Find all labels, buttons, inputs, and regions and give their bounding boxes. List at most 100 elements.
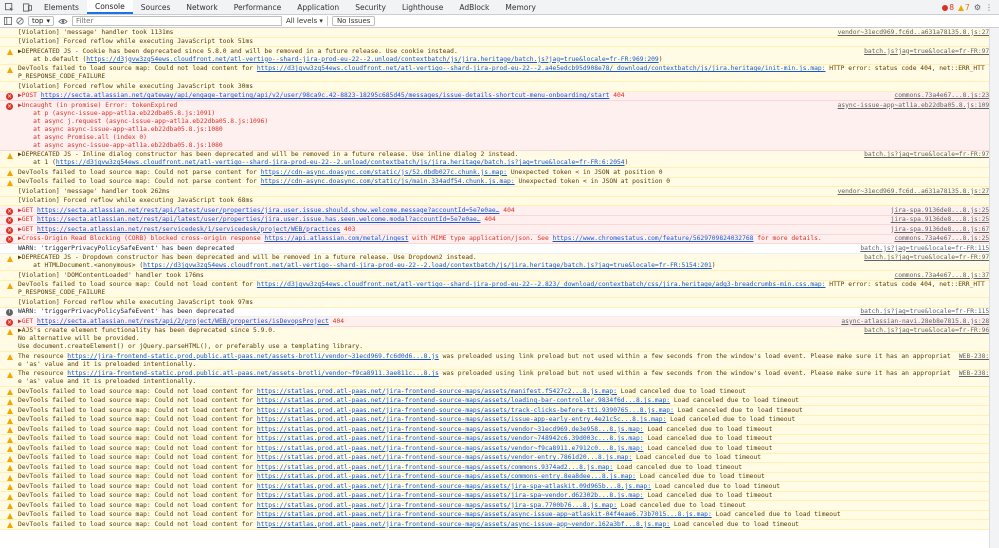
console-message[interactable]: WARN: 'triggerPrivacyPolicySafeEvent' ha…	[0, 307, 999, 317]
message-url-link[interactable]: https://secta.atlassian.net/rest/service…	[37, 226, 340, 233]
console-source-link[interactable]: jira-spa.9136de8...8.js:256	[891, 216, 993, 224]
console-message[interactable]: DevTools failed to load source map: Coul…	[0, 491, 999, 501]
console-message[interactable]: WARN: 'triggerPrivacyPolicySafeEvent' ha…	[0, 244, 999, 254]
console-message[interactable]: [Violation] Forced reflow while executin…	[0, 298, 999, 308]
message-url-link[interactable]: https://jira-frontend-static.prod.public…	[67, 370, 439, 377]
tab-security[interactable]: Security	[347, 0, 394, 14]
console-message[interactable]: ▶GET https://secta.atlassian.net/rest/se…	[0, 225, 999, 235]
message-url-link[interactable]: https://statlas.prod.atl-paas.net/jira-f…	[257, 492, 644, 499]
message-url-link[interactable]: https://api.atlassian.com/metal/ingest	[264, 235, 408, 242]
message-url-link[interactable]: https://statlas.prod.atl-paas.net/jira-f…	[257, 502, 617, 509]
console-message[interactable]: DevTools failed to load source map: Coul…	[0, 510, 999, 520]
console-source-link[interactable]: WEB-238:1	[959, 353, 993, 369]
inspect-element-icon[interactable]	[0, 0, 18, 14]
message-url-link[interactable]: https://secta.atlassian.net/rest/api/2/p…	[37, 318, 329, 325]
message-url-link[interactable]: https://secta.atlassian.net/gateway/api/…	[41, 92, 610, 99]
tab-application[interactable]: Application	[289, 0, 347, 14]
console-message[interactable]: ▶DEPRECATED JS - Dropdown constructor ha…	[0, 253, 999, 271]
console-message[interactable]: DevTools failed to load source map: Coul…	[0, 280, 999, 298]
message-url-link[interactable]: https://jira-frontend-static.prod.public…	[67, 353, 439, 360]
console-message[interactable]: ▶DEPRECATED JS - Cookie has been depreca…	[0, 47, 999, 65]
message-url-link[interactable]: https://d3jgvw3zq54ews.cloudfront.net/at…	[257, 281, 826, 288]
console-message[interactable]: DevTools failed to load source map: Coul…	[0, 425, 999, 435]
console-source-link[interactable]: batch.js?jag=true&locale=fr-FR:1159	[860, 245, 993, 253]
console-source-link[interactable]: WEB-238:1	[959, 370, 993, 386]
message-url-link[interactable]: https://statlas.prod.atl-paas.net/jira-f…	[257, 464, 613, 471]
message-url-link[interactable]: https://statlas.prod.atl-paas.net/jira-f…	[257, 454, 632, 461]
message-url-link[interactable]: https://statlas.prod.atl-paas.net/jira-f…	[257, 483, 651, 490]
log-levels-dropdown[interactable]: All levels ▾	[286, 17, 323, 25]
console-message[interactable]: DevTools failed to load source map: Coul…	[0, 406, 999, 416]
right-scroll-panel[interactable]	[989, 28, 999, 548]
message-url-link[interactable]: https://statlas.prod.atl-paas.net/jira-f…	[257, 521, 670, 528]
console-message[interactable]: ▶GET https://secta.atlassian.net/rest/ap…	[0, 317, 999, 327]
console-source-link[interactable]: commons.73a4e67...8.js:371	[894, 272, 993, 280]
message-url-link[interactable]: https://statlas.prod.atl-paas.net/jira-f…	[257, 426, 644, 433]
tab-lighthouse[interactable]: Lighthouse	[394, 0, 451, 14]
console-source-link[interactable]: batch.js?jag=true&locale=fr-FR:972	[864, 151, 993, 167]
console-message[interactable]: [Violation] 'DOMContentLoaded' handler t…	[0, 271, 999, 281]
console-message[interactable]: ▶POST https://secta.atlassian.net/gatewa…	[0, 91, 999, 101]
clear-console-icon[interactable]	[16, 17, 24, 25]
filter-input[interactable]	[72, 16, 282, 26]
message-url-link[interactable]: https://secta.atlassian.net/rest/api/lat…	[37, 216, 481, 223]
console-message[interactable]: [Violation] 'message' handler took 1131m…	[0, 28, 999, 38]
console-source-link[interactable]: async-atlassian-navi.28eb8e7815.8.js:285	[841, 318, 993, 326]
device-toolbar-icon[interactable]	[18, 0, 36, 14]
console-source-link[interactable]: commons.73a4e67...8.js:236	[894, 92, 993, 100]
console-message[interactable]: DevTools failed to load source map: Coul…	[0, 415, 999, 425]
console-message[interactable]: ▶GET https://secta.atlassian.net/rest/ap…	[0, 215, 999, 225]
console-message[interactable]: [Violation] 'message' handler took 262ms…	[0, 187, 999, 197]
message-url-link[interactable]: https://d3jgvw3zq54ews.cloudfront.net/at…	[86, 56, 658, 63]
console-message[interactable]: DevTools failed to load source map: Coul…	[0, 482, 999, 492]
issues-button[interactable]: No Issues	[331, 16, 376, 26]
message-url-link[interactable]: https://statlas.prod.atl-paas.net/jira-f…	[257, 407, 674, 414]
console-source-link[interactable]: jira-spa.9136de8...8.js:256	[891, 207, 993, 215]
console-source-link[interactable]: batch.js?jag=true&locale=fr-FR:1159	[860, 308, 993, 316]
console-message[interactable]: DevTools failed to load source map: Coul…	[0, 501, 999, 511]
console-message[interactable]: The resource https://jira-frontend-stati…	[0, 369, 999, 387]
error-count-badge[interactable]: 8	[942, 3, 954, 12]
tab-adblock[interactable]: AdBlock	[451, 0, 497, 14]
message-url-link[interactable]: https://secta.atlassian.net/rest/api/lat…	[37, 207, 500, 214]
console-message[interactable]: DevTools failed to load source map: Coul…	[0, 168, 999, 178]
console-message[interactable]: [Violation] Forced reflow while executin…	[0, 196, 999, 206]
message-url-link[interactable]: https://d3jgvw3zq54ews.cloudfront.net/at…	[257, 65, 826, 72]
console-source-link[interactable]: batch.js?jag=true&locale=fr-FR:972	[864, 254, 993, 270]
tab-memory[interactable]: Memory	[497, 0, 544, 14]
console-source-link[interactable]: batch.js?jag=true&locale=fr-FR:972	[864, 48, 993, 64]
message-url-link[interactable]: https://statlas.prod.atl-paas.net/jira-f…	[257, 435, 644, 442]
console-message[interactable]: The resource https://jira-frontend-stati…	[0, 352, 999, 370]
console-message[interactable]: ▶DEPRECATED JS - Inline dialog construct…	[0, 150, 999, 168]
live-expression-eye-icon[interactable]	[58, 18, 68, 25]
console-source-link[interactable]: batch.js?jag=true&locale=fr-FR:961	[864, 327, 993, 351]
console-source-link[interactable]: async-issue-app~atl1a.eb22dba05.8.js:109…	[838, 102, 993, 150]
message-url-link[interactable]: https://d3jgvw3zq54ews.cloudfront.net/at…	[143, 262, 712, 269]
message-url-link[interactable]: https://statlas.prod.atl-paas.net/jira-f…	[257, 397, 670, 404]
console-message[interactable]: DevTools failed to load source map: Coul…	[0, 472, 999, 482]
settings-gear-icon[interactable]: ⚙	[974, 3, 981, 12]
message-url-link[interactable]: https://statlas.prod.atl-paas.net/jira-f…	[257, 416, 666, 423]
console-message[interactable]: ▶AJS's create element functionality has …	[0, 326, 999, 352]
console-message[interactable]: DevTools failed to load source map: Coul…	[0, 453, 999, 463]
console-message[interactable]: DevTools failed to load source map: Coul…	[0, 387, 999, 397]
console-message[interactable]: DevTools failed to load source map: Coul…	[0, 177, 999, 187]
more-options-icon[interactable]: ⋮	[985, 3, 993, 12]
console-message[interactable]: [Violation] Forced reflow while executin…	[0, 82, 999, 92]
sidebar-toggle-icon[interactable]	[4, 17, 12, 25]
message-url-link[interactable]: https://statlas.prod.atl-paas.net/jira-f…	[257, 473, 636, 480]
message-url-link[interactable]: https://www.chromestatus.com/feature/562…	[553, 235, 754, 242]
console-message[interactable]: DevTools failed to load source map: Coul…	[0, 396, 999, 406]
tab-network[interactable]: Network	[178, 0, 225, 14]
console-message[interactable]: DevTools failed to load source map: Coul…	[0, 520, 999, 530]
console-source-link[interactable]: vendor~31ecd969.fc6d..a631a78135.8.js:27…	[838, 188, 993, 196]
context-select[interactable]: top ▾	[28, 16, 54, 26]
message-url-link[interactable]: https://d3jgvw3zq54ews.cloudfront.net/at…	[56, 159, 625, 166]
console-message[interactable]: DevTools failed to load source map: Coul…	[0, 64, 999, 82]
console-source-link[interactable]: jira-spa.9136de8...8.js:677	[891, 226, 993, 234]
console-source-link[interactable]: vendor~31ecd969.fc6d..a631a78135.8.js:27…	[838, 29, 993, 37]
console-source-link[interactable]: commons.73a4e67...8.js:259	[894, 235, 993, 243]
console-message[interactable]: ▶Cross-Origin Read Blocking (CORB) block…	[0, 234, 999, 244]
console-message[interactable]: DevTools failed to load source map: Coul…	[0, 444, 999, 454]
warning-count-badge[interactable]: 7	[958, 3, 970, 12]
